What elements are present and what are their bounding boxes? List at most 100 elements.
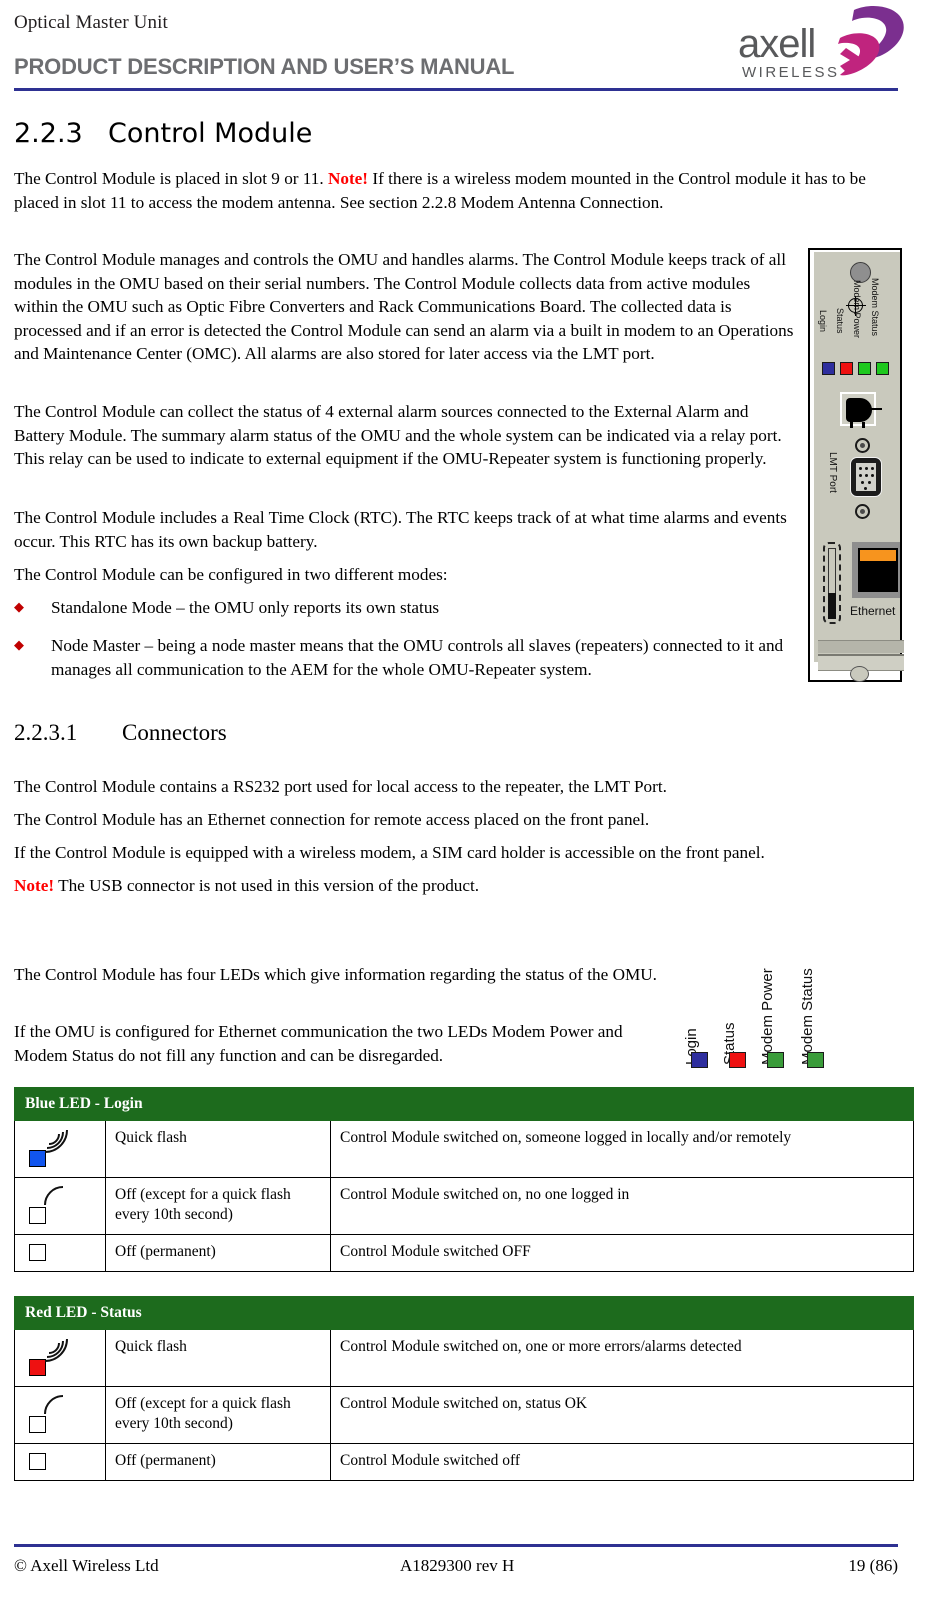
legend-label-modem-power: Modem Power (759, 968, 776, 1065)
row-icon-cell (14, 1120, 106, 1178)
led-off-icon (21, 1240, 77, 1266)
header-product-line: Optical Master Unit (14, 12, 168, 33)
usb-inner-shape (828, 548, 836, 594)
row-description: Control Module switched on, one or more … (330, 1329, 914, 1387)
row-state-label: Off (permanent) (105, 1443, 331, 1481)
axell-wireless-logo: axell WIRELESS (734, 4, 906, 84)
led-legend-graphic: Login Status Modem Power Modem Status (676, 944, 916, 1070)
paragraph-intro: The Control Module is placed in slot 9 o… (14, 167, 872, 214)
header-divider (14, 88, 898, 91)
panel-led-label-modem-status: Modem Status (870, 278, 880, 337)
table-title-red-led: Red LED - Status (14, 1296, 914, 1330)
panel-led-status (840, 362, 853, 375)
led-square-off (29, 1453, 46, 1470)
paragraph-manages: The Control Module manages and controls … (14, 250, 794, 363)
table-row: Off (except for a quick flash every 10th… (14, 1386, 914, 1444)
table-row: Quick flash Control Module switched on, … (14, 1120, 914, 1178)
note-text-2: The USB connector is not used in this ve… (54, 876, 480, 895)
paragraph-modes: The Control Module can be configured in … (14, 565, 448, 584)
note-label-2: Note! (14, 876, 55, 895)
page-title: 2.2.3 Control Module (14, 118, 312, 149)
paragraph-four-leds: The Control Module has four LEDs which g… (14, 965, 657, 984)
row-state-label: Off (except for a quick flash every 10th… (105, 1177, 331, 1235)
row-icon-cell (14, 1329, 106, 1387)
usb-connector-icon (823, 542, 841, 624)
list-item: ◆ Standalone Mode – the OMU only reports… (14, 596, 796, 620)
panel-led-label-login: Login (818, 310, 828, 333)
panel-ethernet-label: Ethernet (850, 604, 896, 618)
led-off-icon (21, 1449, 77, 1475)
header-document-title: PRODUCT DESCRIPTION AND USER’S MANUAL (14, 54, 515, 79)
flash-arcs-icon (44, 1129, 68, 1153)
paragraph-intro-a: The Control Module is placed in slot 9 o… (14, 169, 328, 188)
footer-page-number: 19 (86) (848, 1556, 898, 1575)
lmt-screw-bottom-icon (855, 504, 870, 519)
list-item-label: Standalone Mode – the OMU only reports i… (51, 598, 440, 617)
db9-shell (856, 463, 876, 491)
row-icon-cell (14, 1177, 106, 1235)
row-state-label: Off (permanent) (105, 1234, 331, 1272)
row-description: Control Module switched on, someone logg… (330, 1120, 914, 1178)
flash-arcs-icon (44, 1338, 68, 1362)
led-square-off (29, 1244, 46, 1261)
page-header: Optical Master Unit PRODUCT DESCRIPTION … (0, 0, 928, 96)
led-off-with-flash-icon (21, 1183, 77, 1229)
note-label-1: Note! (327, 169, 369, 188)
led-quick-flash-icon (21, 1126, 77, 1172)
usb-inner-shape-dark (828, 593, 836, 619)
row-description: Control Module switched off (330, 1443, 914, 1481)
footer-doc-number: A1829300 rev H (400, 1556, 515, 1575)
legend-led-modem-status (807, 1052, 824, 1068)
table-blue-led-login: Blue LED - Login Quick flash Control Mod… (14, 1087, 914, 1272)
row-description: Control Module switched OFF (330, 1234, 914, 1272)
section-number: 2.2.3 (14, 118, 83, 149)
paragraph-usb-note: Note! The USB connector is not used in t… (14, 874, 904, 898)
list-item: ◆ Node Master – being a node master mean… (14, 634, 796, 681)
db9-lmt-connector-icon (850, 457, 882, 497)
subsection-heading: 2.2.3.1 Connectors (14, 720, 227, 746)
bullet-diamond-icon: ◆ (14, 599, 24, 614)
table-row: Off (permanent) Control Module switched … (14, 1234, 914, 1272)
legend-led-modem-power (767, 1052, 784, 1068)
paragraph-external-alarms: The Control Module can collect the statu… (14, 402, 782, 468)
logo-wordmark: axell (738, 22, 816, 66)
sim-pin-right (862, 422, 865, 428)
paragraph-rs232: The Control Module contains a RS232 port… (14, 777, 667, 796)
subsection-number: 2.2.3.1 (14, 720, 78, 745)
row-state-label: Quick flash (105, 1329, 331, 1387)
document-page: Optical Master Unit PRODUCT DESCRIPTION … (0, 0, 928, 1614)
row-icon-cell (14, 1386, 106, 1444)
panel-led-modem-power (858, 362, 871, 375)
sim-tail-shape (870, 408, 882, 410)
row-state-label: Quick flash (105, 1120, 331, 1178)
flash-arc-single-icon (44, 1395, 64, 1415)
sim-body-shape (846, 398, 872, 422)
table-red-led-status: Red LED - Status Quick flash Control Mod… (14, 1296, 914, 1481)
panel-led-modem-status (876, 362, 889, 375)
row-description: Control Module switched on, no one logge… (330, 1177, 914, 1235)
panel-screw-bottom-icon (850, 666, 869, 682)
legend-led-status (729, 1052, 746, 1068)
table-row: Off (except for a quick flash every 10th… (14, 1177, 914, 1235)
section-title: Control Module (108, 118, 313, 149)
led-off-with-flash-icon (21, 1392, 77, 1438)
panel-led-label-status: Status (835, 308, 845, 334)
sim-pin-left (850, 422, 853, 428)
row-state-label: Off (except for a quick flash every 10th… (105, 1386, 331, 1444)
panel-led-label-modem-power: Modem Power (852, 280, 862, 339)
logo-subtext: WIRELESS (742, 64, 840, 81)
row-icon-cell (14, 1443, 106, 1481)
list-item-label: Node Master – being a node master means … (51, 636, 784, 679)
led-quick-flash-icon (21, 1335, 77, 1381)
table-row: Off (permanent) Control Module switched … (14, 1443, 914, 1481)
legend-led-login (691, 1052, 708, 1068)
control-module-front-panel-image: Login Status Modem Power Modem Status LM… (808, 248, 904, 682)
bullet-diamond-icon: ◆ (14, 637, 24, 652)
module-faceplate: Login Status Modem Power Modem Status LM… (814, 252, 904, 682)
table-header-row: Blue LED - Login (14, 1087, 914, 1121)
footer-divider (14, 1544, 898, 1547)
panel-lmt-port-label: LMT Port (827, 452, 838, 493)
rj45-orange-tab (860, 550, 896, 561)
paragraph-rtc: The Control Module includes a Real Time … (14, 508, 787, 551)
footer-copyright: © Axell Wireless Ltd (14, 1556, 159, 1575)
